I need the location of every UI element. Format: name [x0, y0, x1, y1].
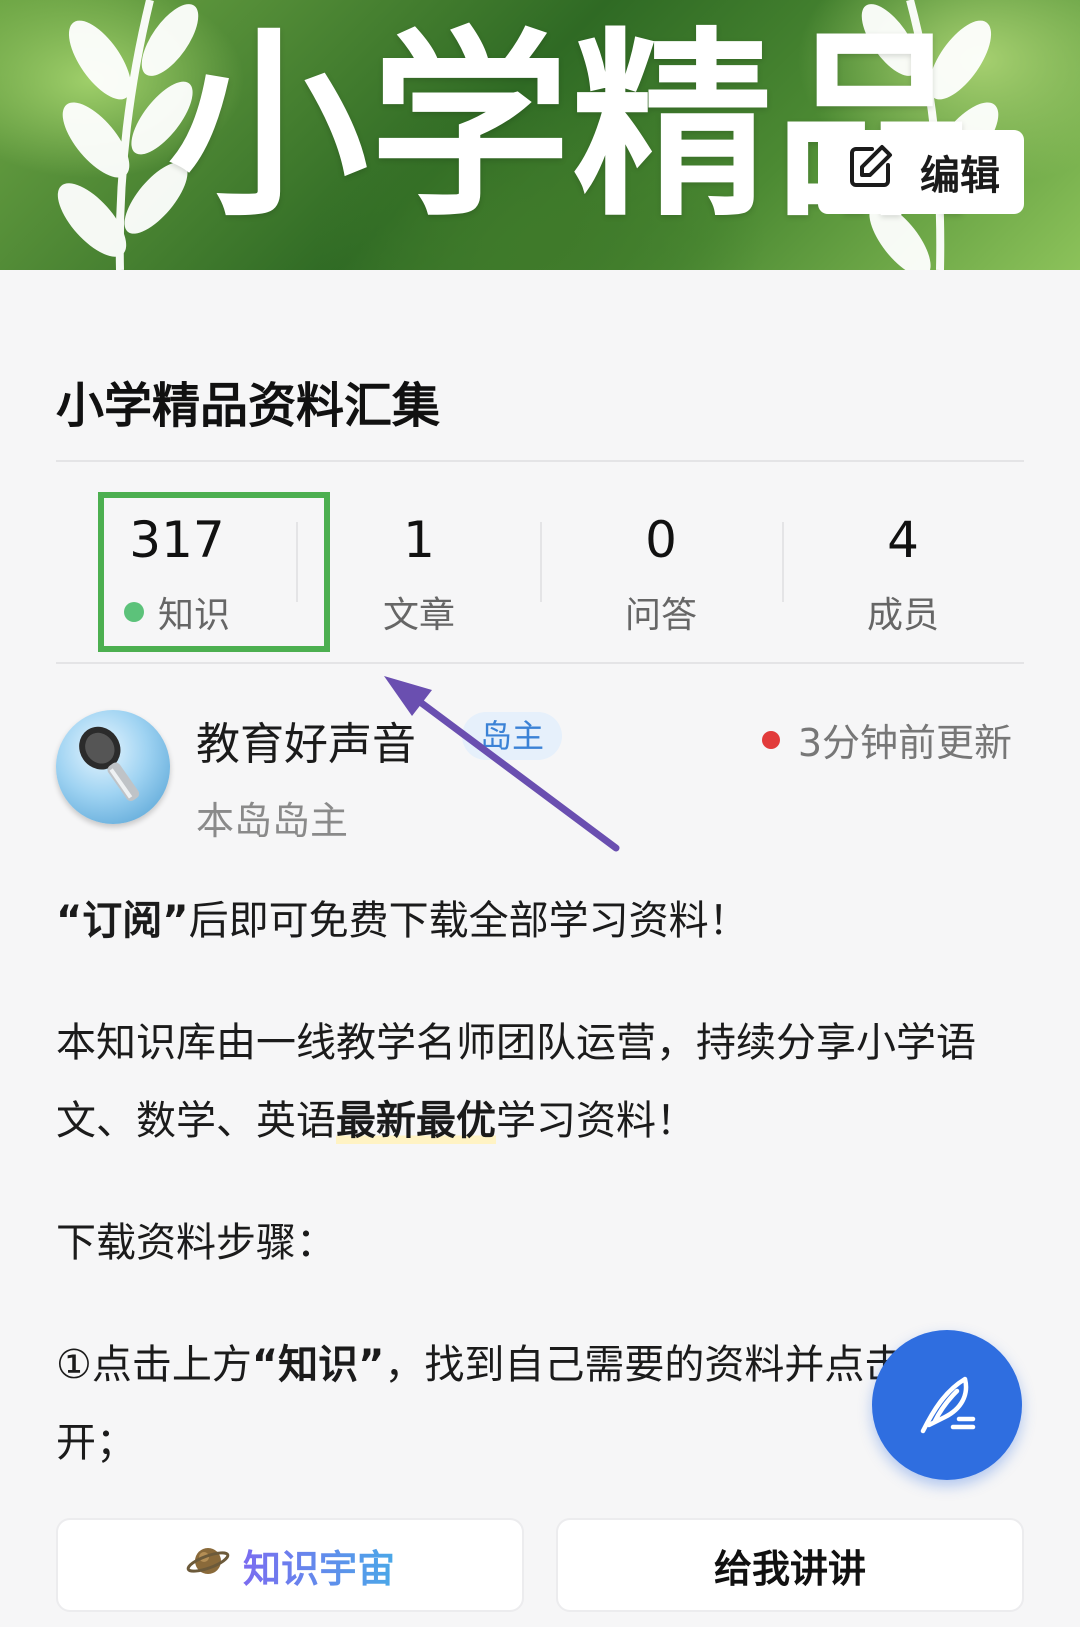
stat-value: 4 [887, 511, 919, 569]
knowledge-universe-button[interactable]: 知识宇宙 [56, 1518, 524, 1612]
cover-banner: 小学精品 编辑 [0, 0, 1080, 270]
stat-label: 文章 [382, 595, 455, 636]
stat-label: 问答 [624, 595, 697, 636]
intro-text-end: 学习资料！ [496, 1098, 696, 1144]
owner-name[interactable]: 教育好声音 [196, 708, 416, 772]
edit-icon [846, 143, 894, 201]
explain-button[interactable]: 给我讲讲 [556, 1518, 1024, 1612]
stat-members[interactable]: 4 成员 [788, 510, 1018, 638]
status-dot [761, 730, 780, 749]
subscribe-quote: “订阅” [56, 898, 189, 944]
owner-subtitle: 本岛岛主 [196, 799, 349, 843]
update-status: 3分钟前更新 [761, 712, 1012, 767]
subscribe-text: 后即可免费下载全部学习资料！ [188, 898, 749, 944]
step-1-bold: “知识” [251, 1342, 385, 1388]
step-1-text: ①点击上方 [56, 1342, 252, 1388]
write-fab-button[interactable] [872, 1330, 1022, 1480]
paragraph-subscribe: “订阅”后即可免费下载全部学习资料！ [56, 882, 1016, 960]
stat-value: 1 [403, 511, 435, 569]
knowledge-universe-label: 知识宇宙 [243, 1538, 395, 1593]
microphone-icon [79, 726, 140, 801]
intro-bold: 最新最优 [336, 1098, 496, 1144]
group-title: 小学精品资料汇集 [56, 378, 441, 434]
stat-qa[interactable]: 0 问答 [546, 510, 776, 638]
highlight-box [98, 492, 330, 652]
paragraph-steps-title: 下载资料步骤： [56, 1220, 336, 1266]
edit-button[interactable]: 编辑 [818, 130, 1024, 214]
paragraph-step-1: ①点击上方“知识”，找到自己需要的资料并点击打开； [56, 1326, 986, 1482]
divider [782, 522, 784, 602]
avatar[interactable] [56, 710, 170, 824]
update-text: 3分钟前更新 [797, 721, 1012, 765]
stat-articles[interactable]: 1 文章 [304, 510, 534, 638]
divider [56, 460, 1024, 462]
edit-label: 编辑 [920, 153, 1000, 199]
explain-label: 给我讲讲 [713, 1546, 866, 1591]
planet-icon [185, 1538, 231, 1593]
feather-pen-icon [920, 1376, 976, 1434]
divider [56, 662, 1024, 664]
divider [540, 522, 542, 602]
owner-badge: 岛主 [462, 712, 563, 760]
stat-value: 0 [645, 511, 677, 569]
paragraph-intro: 本知识库由一线教学名师团队运营，持续分享小学语文、数学、英语最新最优学习资料！ [56, 1004, 1016, 1160]
stat-label: 成员 [866, 595, 939, 636]
